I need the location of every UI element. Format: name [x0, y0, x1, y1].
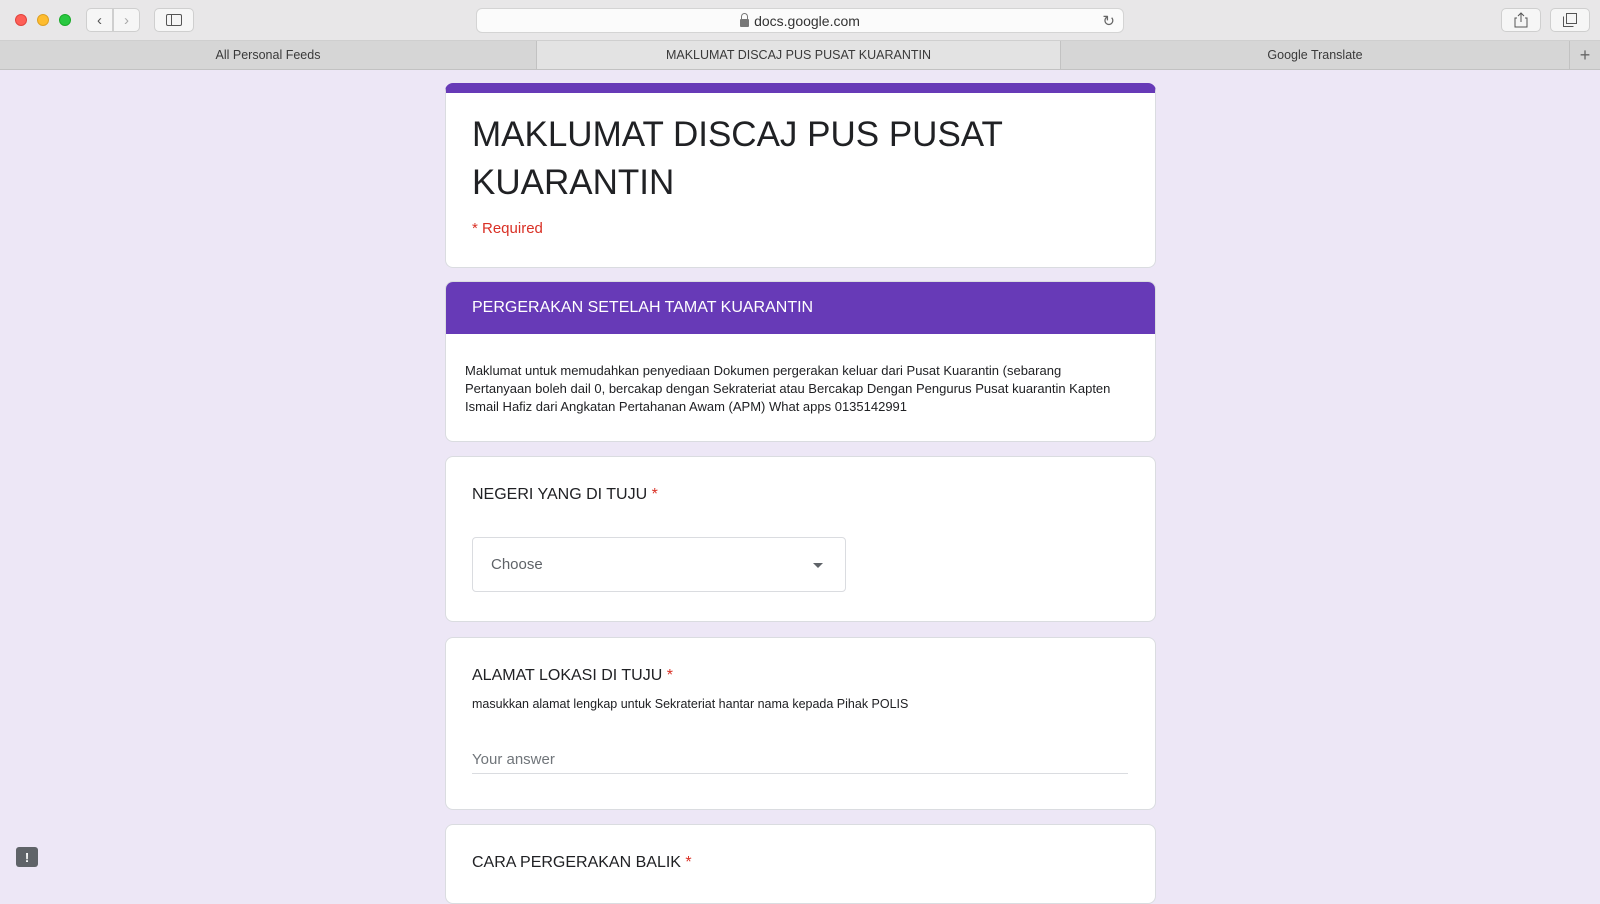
question-title: NEGERI YANG DI TUJU * — [472, 486, 658, 504]
sidebar-toggle-button[interactable] — [154, 8, 194, 32]
zoom-window-button[interactable] — [59, 14, 71, 26]
section-header: PERGERAKAN SETELAH TAMAT KUARANTIN — [446, 282, 1155, 334]
tab-all-personal-feeds[interactable]: All Personal Feeds — [0, 41, 537, 69]
url-text: docs.google.com — [754, 12, 860, 29]
question-title: CARA PERGERAKAN BALIK * — [472, 854, 692, 872]
chevron-left-icon: ‹ — [97, 11, 102, 29]
tabs-overview-button[interactable] — [1550, 8, 1590, 32]
feedback-button[interactable]: ! — [16, 847, 38, 867]
question-title-text: ALAMAT LOKASI DI TUJU — [472, 667, 663, 684]
minimize-window-button[interactable] — [37, 14, 49, 26]
required-star: * — [685, 854, 692, 871]
question-card-cara-pergerakan: CARA PERGERAKAN BALIK * — [445, 824, 1156, 904]
required-star: * — [666, 667, 673, 684]
share-icon — [1514, 12, 1528, 28]
required-star: * — [651, 486, 658, 503]
negeri-dropdown[interactable]: Choose — [472, 537, 846, 592]
form-title-card: MAKLUMAT DISCAJ PUS PUSAT KUARANTIN * Re… — [445, 83, 1156, 268]
tab-google-translate[interactable]: Google Translate — [1061, 41, 1570, 69]
question-help-text: masukkan alamat lengkap untuk Sekrateria… — [472, 697, 909, 711]
question-title: ALAMAT LOKASI DI TUJU * — [472, 667, 673, 685]
question-title-text: NEGERI YANG DI TUJU — [472, 486, 648, 503]
tabs-overview-icon — [1563, 13, 1577, 27]
browser-toolbar: ‹ › docs.google.com ↻ — [0, 0, 1600, 41]
lock-icon — [740, 12, 750, 27]
question-card-alamat: ALAMAT LOKASI DI TUJU * masukkan alamat … — [445, 637, 1156, 810]
question-title-text: CARA PERGERAKAN BALIK — [472, 854, 681, 871]
tab-label: MAKLUMAT DISCAJ PUS PUSAT KUARANTIN — [665, 48, 932, 62]
required-note: * Required — [472, 220, 543, 237]
share-button[interactable] — [1501, 8, 1541, 32]
alamat-answer-input[interactable] — [472, 745, 1128, 774]
feedback-icon: ! — [24, 849, 30, 865]
tab-bar: All Personal Feeds MAKLUMAT DISCAJ PUS P… — [0, 41, 1600, 70]
back-button[interactable]: ‹ — [86, 8, 113, 32]
new-tab-button[interactable]: + — [1570, 41, 1600, 69]
question-card-negeri: NEGERI YANG DI TUJU * Choose — [445, 456, 1156, 622]
section-description: Maklumat untuk memudahkan penyediaan Dok… — [465, 363, 1111, 414]
section-title: PERGERAKAN SETELAH TAMAT KUARANTIN — [472, 299, 814, 316]
tab-label: All Personal Feeds — [215, 48, 321, 62]
dropdown-value: Choose — [491, 556, 543, 573]
address-bar[interactable]: docs.google.com ↻ — [476, 8, 1124, 33]
tab-maklumat-discaj[interactable]: MAKLUMAT DISCAJ PUS PUSAT KUARANTIN — [537, 41, 1061, 69]
close-window-button[interactable] — [15, 14, 27, 26]
dropdown-arrow-icon — [813, 563, 823, 568]
section-card: PERGERAKAN SETELAH TAMAT KUARANTIN Maklu… — [445, 281, 1156, 442]
chevron-right-icon: › — [124, 11, 129, 29]
reload-icon[interactable]: ↻ — [1102, 12, 1115, 30]
form-title: MAKLUMAT DISCAJ PUS PUSAT KUARANTIN — [472, 115, 1003, 202]
forward-button[interactable]: › — [113, 8, 140, 32]
plus-icon: + — [1579, 44, 1591, 65]
sidebar-icon — [166, 14, 182, 26]
tab-label: Google Translate — [1267, 48, 1363, 62]
